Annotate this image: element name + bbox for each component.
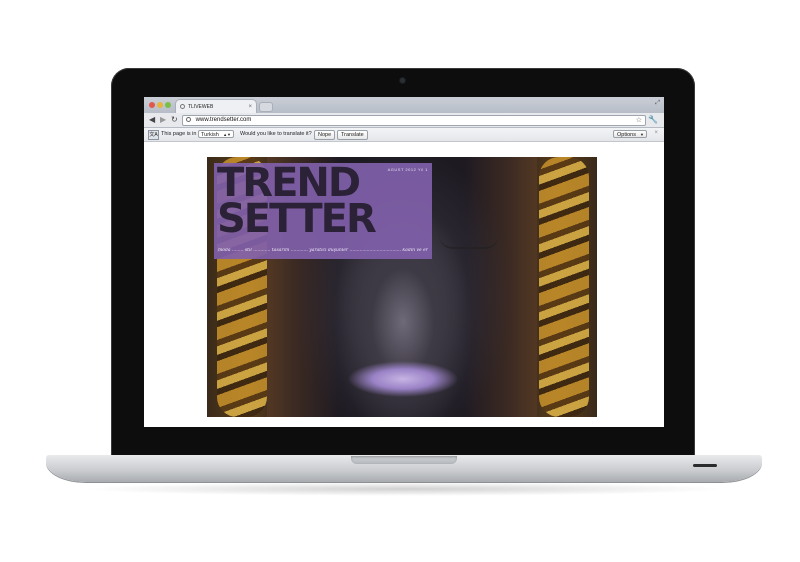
braid-decoration	[539, 157, 589, 417]
issue-info: AGUST 2012 Yil 1	[387, 167, 428, 172]
close-tab-icon[interactable]: ×	[248, 104, 252, 110]
reload-button[interactable]: ↻	[171, 115, 178, 125]
minimize-window-button[interactable]	[157, 102, 163, 108]
select-arrows-icon: ▲▼	[223, 132, 231, 137]
masthead-block: TREND SETTER AGUST 2012 Yil 1 moda .....…	[214, 163, 432, 259]
translate-question: Would you like to translate it?	[240, 131, 312, 137]
tab-title: TLIVEWEB	[188, 103, 214, 110]
language-value: Turkish	[201, 132, 219, 138]
translate-button[interactable]: Translate	[337, 130, 368, 140]
translate-icon: 文A	[148, 130, 159, 140]
options-button[interactable]: Options ▼	[613, 130, 647, 138]
lid-opening-notch	[351, 456, 457, 464]
wrench-menu-icon[interactable]: 🔧	[648, 115, 658, 124]
options-label: Options	[617, 132, 636, 138]
title-line-2: SETTER	[217, 196, 377, 242]
back-button[interactable]: ◀	[149, 115, 155, 125]
close-infobar-icon[interactable]: ×	[654, 130, 658, 136]
zoom-window-button[interactable]	[165, 102, 171, 108]
new-tab-button[interactable]	[260, 103, 272, 111]
sleep-indicator-light	[693, 464, 717, 467]
page-info-icon[interactable]	[186, 117, 191, 122]
webcam	[400, 78, 405, 83]
translate-infobar: 文A This page is in Turkish ▲▼ Would you …	[144, 128, 664, 142]
tab-strip: TLIVEWEB × ⤢	[144, 97, 664, 113]
bookmark-star-icon[interactable]: ☆	[636, 116, 642, 125]
close-window-button[interactable]	[149, 102, 155, 108]
nope-button[interactable]: Nope	[314, 130, 336, 140]
browser-tab[interactable]: TLIVEWEB ×	[176, 100, 256, 113]
browser-window: TLIVEWEB × ⤢ ◀ ▶ ↻ www.trendsetter.com ☆…	[144, 97, 664, 427]
web-page-content: TREND SETTER AGUST 2012 Yil 1 moda .....…	[144, 142, 664, 427]
magazine-title: TREND SETTER	[217, 163, 417, 242]
cover-tagline: moda ........ stil ............ tasarım …	[218, 248, 428, 253]
fullscreen-icon[interactable]: ⤢	[655, 100, 660, 107]
dropdown-arrow-icon: ▼	[640, 132, 644, 137]
url-text: www.trendsetter.com	[195, 117, 252, 123]
navigation-toolbar: ◀ ▶ ↻ www.trendsetter.com ☆ 🔧	[144, 113, 664, 128]
loading-icon	[180, 104, 185, 109]
language-message: This page is in	[161, 131, 197, 137]
drop-shadow	[80, 482, 730, 496]
address-bar[interactable]: www.trendsetter.com ☆	[182, 115, 646, 126]
magazine-cover-image[interactable]: TREND SETTER AGUST 2012 Yil 1 moda .....…	[207, 157, 597, 417]
closed-eye	[439, 235, 499, 249]
forward-button[interactable]: ▶	[160, 115, 166, 125]
hood-shadow	[467, 157, 537, 417]
language-select[interactable]: Turkish ▲▼	[198, 130, 234, 138]
